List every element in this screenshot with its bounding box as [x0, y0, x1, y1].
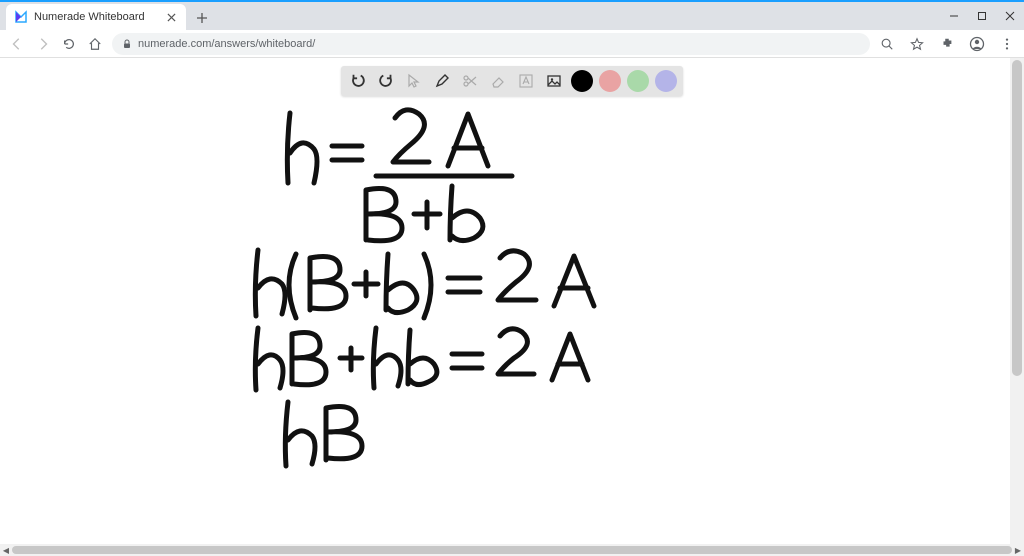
- page-content: [0, 58, 1024, 544]
- vertical-scroll-thumb[interactable]: [1012, 60, 1022, 376]
- nav-reload-button[interactable]: [60, 35, 78, 53]
- hscroll-left-arrow[interactable]: ◀: [0, 544, 12, 556]
- browser-address-bar: numerade.com/answers/whiteboard/: [0, 30, 1024, 58]
- browser-tab-active[interactable]: Numerade Whiteboard: [6, 4, 186, 30]
- hscroll-right-arrow[interactable]: ▶: [1012, 544, 1024, 556]
- omnibox[interactable]: numerade.com/answers/whiteboard/: [112, 33, 870, 55]
- numerade-favicon: [14, 10, 28, 24]
- tab-close-icon[interactable]: [164, 10, 178, 24]
- omnibox-url: numerade.com/answers/whiteboard/: [138, 38, 315, 50]
- extensions-icon[interactable]: [938, 35, 956, 53]
- horizontal-scroll-thumb[interactable]: [12, 546, 1012, 554]
- kebab-menu-icon[interactable]: [998, 35, 1016, 53]
- window-controls: [940, 2, 1024, 30]
- nav-back-button[interactable]: [8, 35, 26, 53]
- window-minimize-button[interactable]: [940, 2, 968, 30]
- search-page-icon[interactable]: [878, 35, 896, 53]
- new-tab-button[interactable]: [190, 6, 214, 30]
- horizontal-scrollbar[interactable]: ◀ ▶: [0, 544, 1024, 556]
- profile-avatar-icon[interactable]: [968, 35, 986, 53]
- vertical-scrollbar[interactable]: [1010, 58, 1024, 544]
- window-maximize-button[interactable]: [968, 2, 996, 30]
- window-close-button[interactable]: [996, 2, 1024, 30]
- nav-home-button[interactable]: [86, 35, 104, 53]
- bookmark-star-icon[interactable]: [908, 35, 926, 53]
- lock-icon: [122, 39, 132, 49]
- browser-tabbar: Numerade Whiteboard: [0, 2, 1024, 30]
- tab-title: Numerade Whiteboard: [34, 11, 158, 23]
- whiteboard-canvas[interactable]: [0, 58, 1024, 544]
- nav-forward-button[interactable]: [34, 35, 52, 53]
